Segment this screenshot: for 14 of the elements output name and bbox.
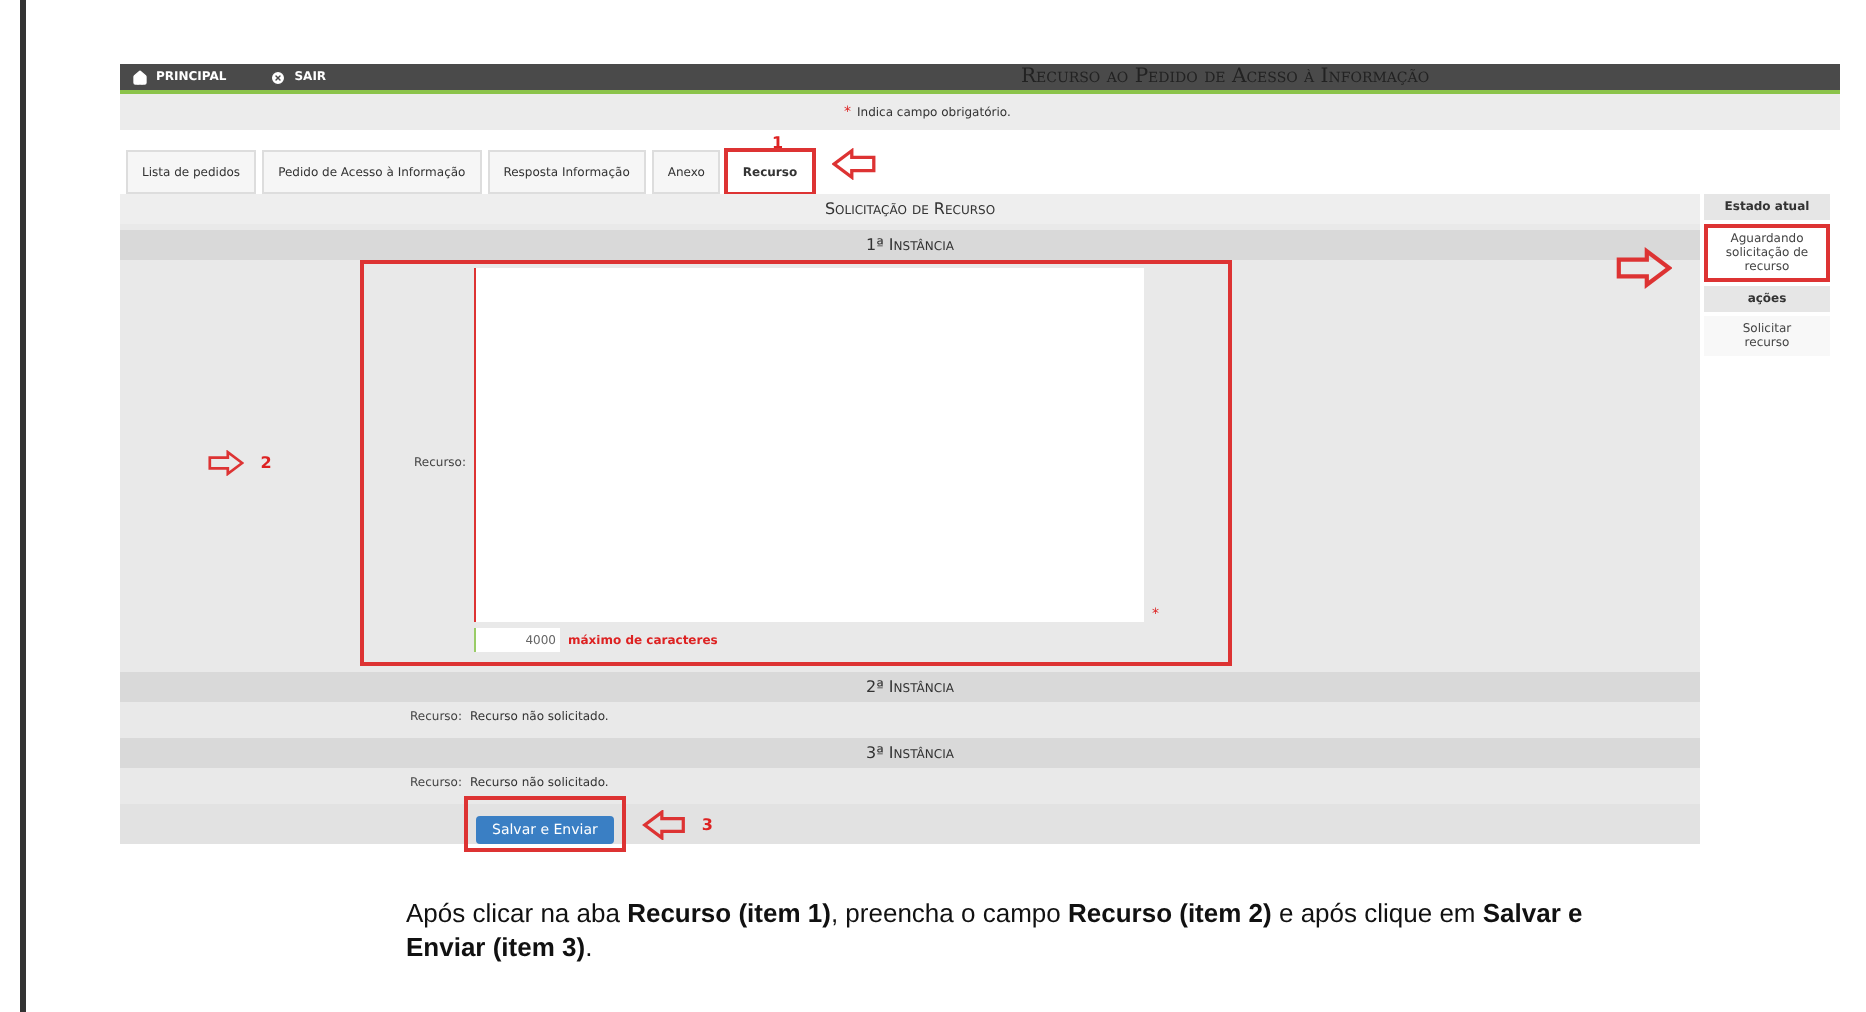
annotation-number: 1: [772, 134, 784, 152]
section-heading: 2ª Instância: [120, 672, 1700, 702]
instruction-text: Após clicar na aba Recurso (item 1), preencha o campo Recurso (item 2) e após clique em Salvar e Enviar (item 3).: [406, 896, 1585, 964]
home-icon: [132, 69, 148, 85]
section-heading: 1ª Instância: [120, 230, 1700, 260]
close-icon: [270, 69, 287, 85]
arrow-icon: [832, 148, 876, 180]
section-title: Solicitação de Recurso: [120, 194, 1700, 224]
annotation-number: 2: [260, 454, 272, 472]
section-heading: 3ª Instância: [120, 738, 1700, 768]
arrow-icon: [641, 809, 686, 839]
recurso-textarea[interactable]: [474, 268, 1144, 622]
annotation-number: 3: [701, 815, 713, 833]
arrow-icon: [208, 450, 245, 476]
